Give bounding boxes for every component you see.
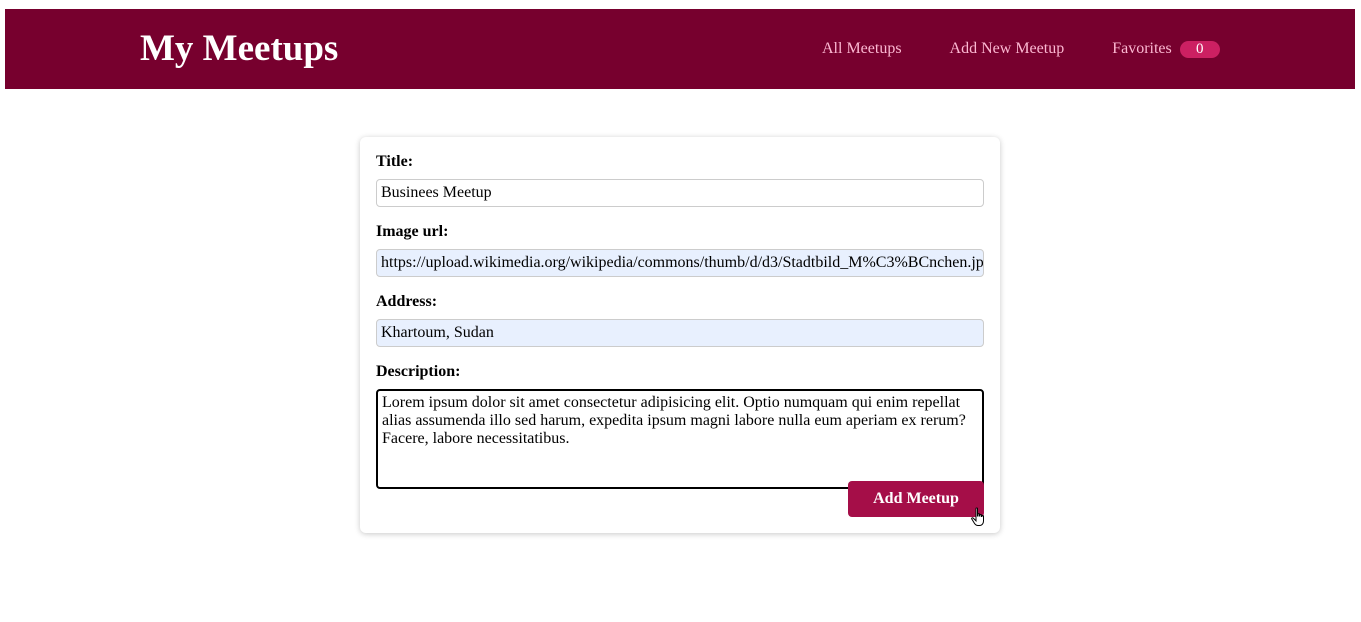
- app-logo: My Meetups: [140, 28, 339, 69]
- address-label: Address:: [376, 293, 438, 310]
- title-label: Title:: [376, 153, 414, 170]
- nav-favorites[interactable]: Favorites 0: [1112, 40, 1220, 58]
- add-meetup-button[interactable]: Add Meetup: [848, 481, 984, 517]
- image-url-input[interactable]: https://upload.wikimedia.org/wikipedia/c…: [376, 249, 984, 277]
- hand-pointer-icon: [971, 507, 984, 526]
- nav-favorites-label: Favorites: [1112, 40, 1172, 57]
- favorites-count-badge: 0: [1179, 40, 1220, 58]
- nav-all-meetups[interactable]: All Meetups: [822, 40, 902, 58]
- main-nav: All Meetups Add New Meetup Favorites 0: [822, 9, 1220, 89]
- nav-add-new-meetup[interactable]: Add New Meetup: [950, 40, 1065, 58]
- new-meetup-card: Title: Businees Meetup Image url: https:…: [360, 137, 1000, 533]
- main-header: My Meetups All Meetups Add New Meetup Fa…: [5, 9, 1355, 89]
- form-actions: Add Meetup: [848, 481, 984, 517]
- description-label: Description:: [376, 363, 461, 380]
- title-input[interactable]: Businees Meetup: [376, 179, 984, 207]
- description-textarea[interactable]: Lorem ipsum dolor sit amet consectetur a…: [376, 389, 984, 489]
- new-meetup-form: Title: Businees Meetup Image url: https:…: [376, 153, 984, 489]
- image-url-label: Image url:: [376, 223, 449, 240]
- address-input[interactable]: Khartoum, Sudan: [376, 319, 984, 347]
